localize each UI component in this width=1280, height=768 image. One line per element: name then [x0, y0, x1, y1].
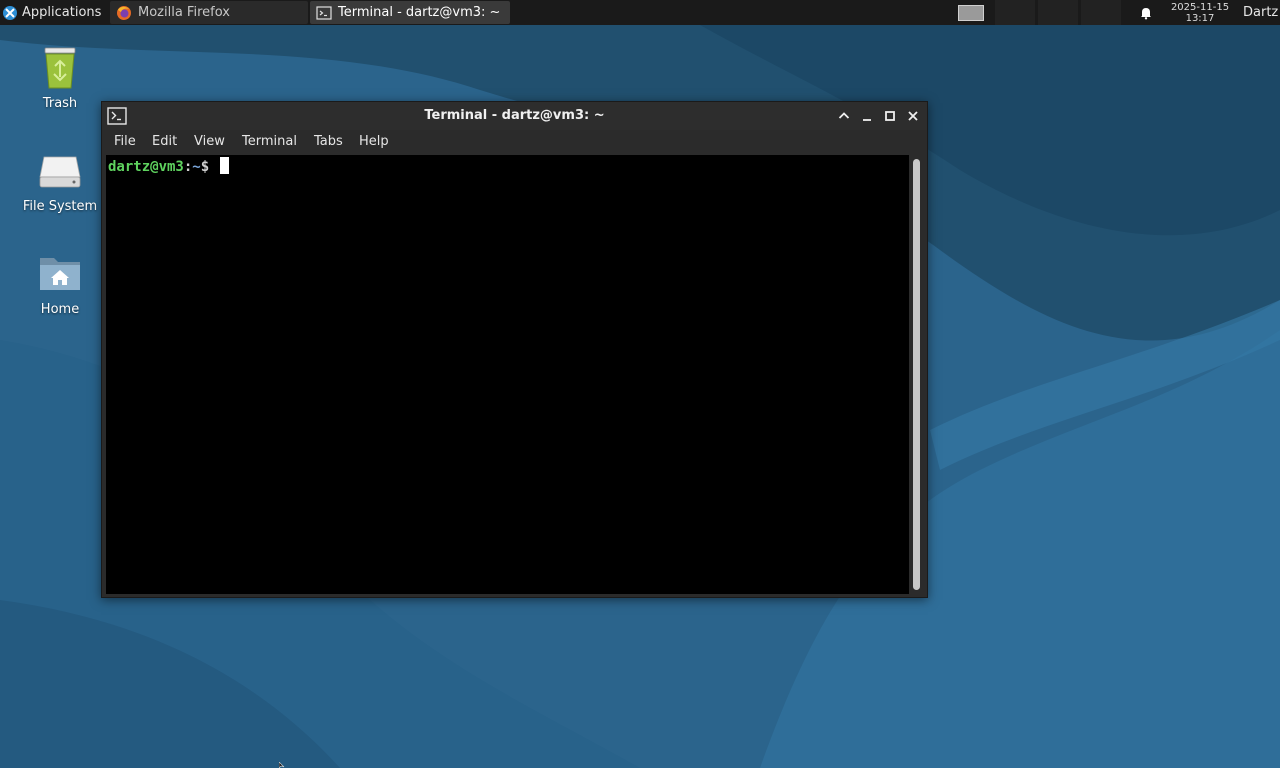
workspace-switcher[interactable]: [950, 0, 992, 25]
panel-separator: [995, 0, 1035, 25]
taskbar-item-firefox[interactable]: Mozilla Firefox: [110, 1, 308, 24]
prompt-symbol: $: [200, 159, 210, 175]
terminal-scrollbar[interactable]: [910, 155, 924, 594]
trash-icon: [44, 47, 76, 89]
taskbar-item-label: Terminal - dartz@vm3: ~: [338, 5, 501, 20]
desktop-icon-label: File System: [22, 199, 98, 214]
home-folder-icon: [40, 258, 80, 290]
desktop-icon-trash[interactable]: Trash: [10, 44, 110, 111]
clock[interactable]: 2025-11-15 13:17: [1164, 0, 1236, 25]
panel-separator: [1081, 0, 1121, 25]
firefox-icon: [117, 5, 131, 20]
prompt-path: ~: [192, 159, 201, 175]
mouse-pointer-icon: [279, 762, 285, 768]
taskbar-item-terminal[interactable]: Terminal - dartz@vm3: ~: [310, 1, 510, 24]
menu-edit[interactable]: Edit: [152, 134, 177, 149]
drive-icon: [39, 156, 81, 188]
clock-time: 13:17: [1185, 12, 1215, 24]
top-panel: Applications Mozilla Firefox Terminal - …: [0, 0, 1280, 25]
terminal-output[interactable]: dartz@vm3:~$: [106, 155, 909, 594]
prompt-user-host: dartz@vm3: [108, 159, 184, 175]
menu-view[interactable]: View: [194, 134, 225, 149]
panel-separator: [1038, 0, 1078, 25]
bell-icon: [1141, 7, 1151, 19]
terminal-icon: [316, 5, 332, 20]
desktop: Applications Mozilla Firefox Terminal - …: [0, 0, 1280, 768]
menu-tabs[interactable]: Tabs: [314, 134, 343, 149]
shell-prompt: dartz@vm3:~$: [108, 157, 229, 175]
terminal-window[interactable]: Terminal - dartz@vm3: ~ File Edit View T…: [101, 101, 928, 598]
window-title: Terminal - dartz@vm3: ~: [424, 108, 605, 123]
applications-menu[interactable]: Applications: [2, 0, 108, 25]
user-name: Dartz: [1243, 5, 1279, 20]
close-icon[interactable]: [905, 108, 921, 124]
menu-file[interactable]: File: [114, 134, 136, 149]
scrollbar-thumb[interactable]: [913, 159, 920, 590]
text-cursor: [219, 157, 229, 174]
window-titlebar[interactable]: Terminal - dartz@vm3: ~: [102, 102, 927, 130]
user-menu[interactable]: Dartz: [1243, 0, 1280, 25]
minimize-icon[interactable]: [859, 108, 875, 124]
xfce-logo-icon: [3, 5, 17, 20]
applications-label: Applications: [22, 5, 102, 20]
menu-help[interactable]: Help: [359, 134, 389, 149]
roll-up-icon[interactable]: [836, 108, 852, 124]
desktop-icon-label: Trash: [42, 96, 78, 111]
desktop-icon-file-system[interactable]: File System: [10, 147, 110, 214]
notifications-button[interactable]: [1136, 0, 1156, 25]
menu-bar: File Edit View Terminal Tabs Help: [102, 130, 927, 154]
desktop-icon-home[interactable]: Home: [10, 250, 110, 317]
clock-date: 2025-11-15: [1170, 1, 1230, 13]
taskbar-item-label: Mozilla Firefox: [138, 5, 230, 20]
workspace-1[interactable]: [958, 4, 984, 21]
maximize-icon[interactable]: [882, 108, 898, 124]
menu-terminal[interactable]: Terminal: [242, 134, 297, 149]
desktop-icon-label: Home: [40, 302, 80, 317]
